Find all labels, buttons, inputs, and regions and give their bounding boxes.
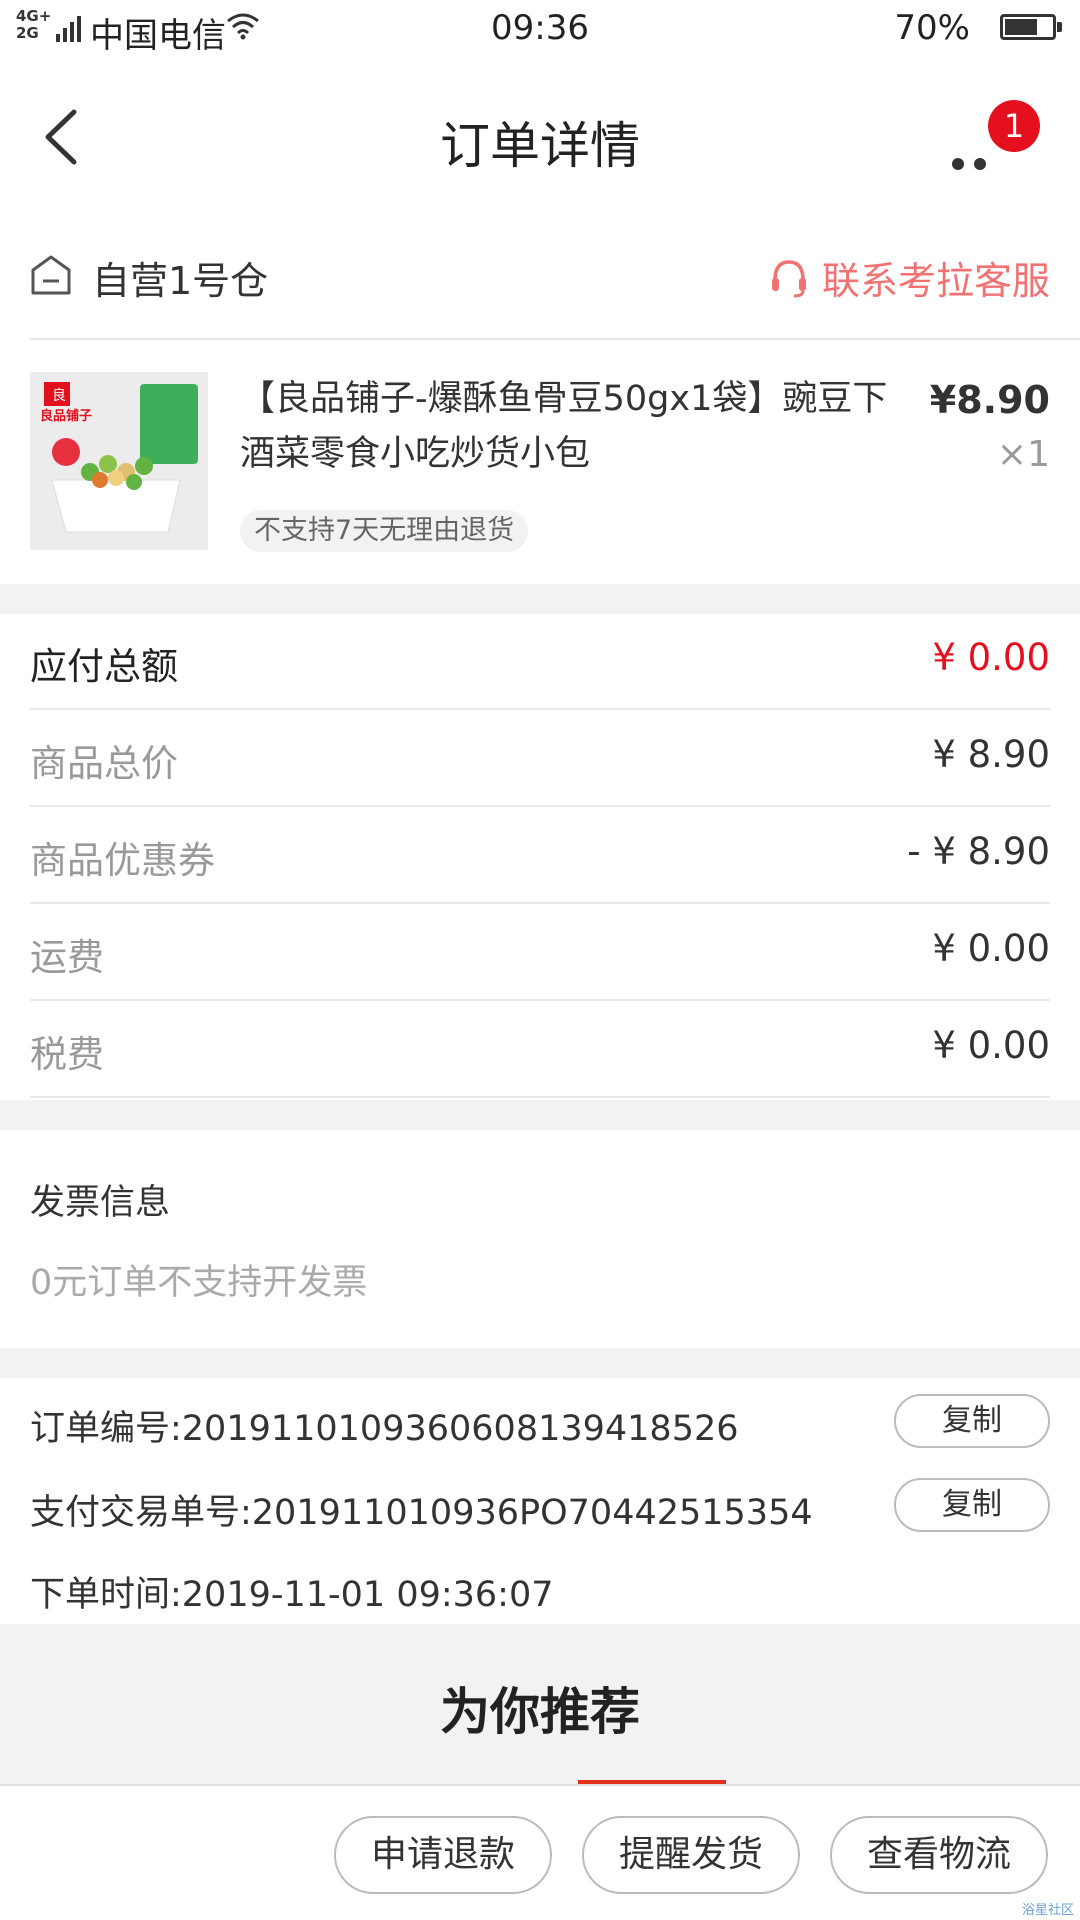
fee-label: 应付总额: [30, 645, 178, 688]
brand-logo-text: 良品铺子: [40, 408, 92, 424]
headset-icon: [771, 259, 806, 297]
watermark: 浴星社区: [1021, 1903, 1074, 1918]
remind-shipping-button[interactable]: 提醒发货: [582, 1816, 800, 1894]
fee-label: 运费: [30, 936, 104, 979]
contact-service-link[interactable]: 联系考拉客服: [770, 250, 1050, 305]
store-row: 自营1号仓 联系考拉客服: [30, 240, 1050, 340]
section-gap: [0, 1348, 1080, 1378]
fee-row-shipping: 运费 ¥ 0.00: [30, 905, 1050, 1001]
divider: [30, 338, 1080, 340]
product-image[interactable]: 良 良品铺子: [30, 372, 208, 550]
contact-service-label: 联系考拉客服: [821, 259, 1050, 303]
page-title: 订单详情: [440, 117, 640, 175]
payment-number: 支付交易单号:201911010936PO70442515354: [30, 1493, 813, 1533]
store-name: 自营1号仓: [92, 259, 269, 303]
recommend-section: 为你推荐: [0, 1624, 1080, 1784]
recommend-title: 为你推荐: [440, 1683, 640, 1741]
more-dots-icon: [974, 158, 986, 170]
product-photo: 良 良品铺子: [30, 372, 208, 550]
more-dots-icon: [952, 158, 964, 170]
nav-bar: 订单详情 1: [0, 70, 1080, 200]
product-item[interactable]: 良 良品铺子 【良品铺子-爆酥鱼骨豆50gx1袋】豌豆下酒菜零食小吃炒货小包 ¥…: [30, 372, 1050, 552]
refund-button[interactable]: 申请退款: [334, 1816, 552, 1894]
fee-row-tax: 税费 ¥ 0.00: [30, 1002, 1050, 1098]
bottom-action-bar: 申请退款 提醒发货 查看物流 浴星社区: [0, 1784, 1080, 1920]
fee-label: 商品优惠券: [30, 839, 215, 882]
notification-badge: 1: [988, 100, 1040, 152]
fee-label: 商品总价: [30, 742, 178, 785]
order-number: 订单编号:2019110109360608139418526: [30, 1409, 739, 1449]
fee-value: ¥ 0.00: [932, 636, 1050, 679]
battery-icon: [1000, 14, 1062, 40]
more-button[interactable]: 1: [950, 100, 1040, 170]
fee-row-total: 应付总额 ¥ 0.00: [30, 614, 1050, 710]
fee-value: ¥ 8.90: [932, 733, 1050, 776]
fee-value: - ¥ 8.90: [907, 830, 1050, 873]
invoice-note: 0元订单不支持开发票: [30, 1263, 368, 1303]
section-gap: [0, 1100, 1080, 1130]
svg-text:良: 良: [52, 388, 66, 404]
battery-percent: 70%: [894, 8, 970, 48]
fee-value: ¥ 0.00: [932, 1024, 1050, 1067]
status-bar: 4G+ 2G 中国电信 09:36 70%: [0, 0, 1080, 56]
copy-payment-number-button[interactable]: 复制: [894, 1478, 1050, 1532]
invoice-title: 发票信息: [30, 1183, 171, 1223]
section-gap: [0, 584, 1080, 614]
fee-row-coupon: 商品优惠券 - ¥ 8.90: [30, 808, 1050, 904]
fee-value: ¥ 0.00: [932, 927, 1050, 970]
product-price: ¥8.90: [929, 378, 1050, 422]
battery-level: [1005, 19, 1037, 35]
product-quantity: ×1: [996, 434, 1050, 475]
return-policy-tag: 不支持7天无理由退货: [240, 510, 529, 552]
fee-label: 税费: [30, 1033, 104, 1076]
product-title[interactable]: 【良品铺子-爆酥鱼骨豆50gx1袋】豌豆下酒菜零食小吃炒货小包: [240, 372, 900, 482]
copy-order-number-button[interactable]: 复制: [894, 1394, 1050, 1448]
order-time: 下单时间:2019-11-01 09:36:07: [30, 1575, 554, 1615]
fee-row-goods: 商品总价 ¥ 8.90: [30, 711, 1050, 807]
view-logistics-button[interactable]: 查看物流: [830, 1816, 1048, 1894]
warehouse-icon: [31, 255, 71, 295]
